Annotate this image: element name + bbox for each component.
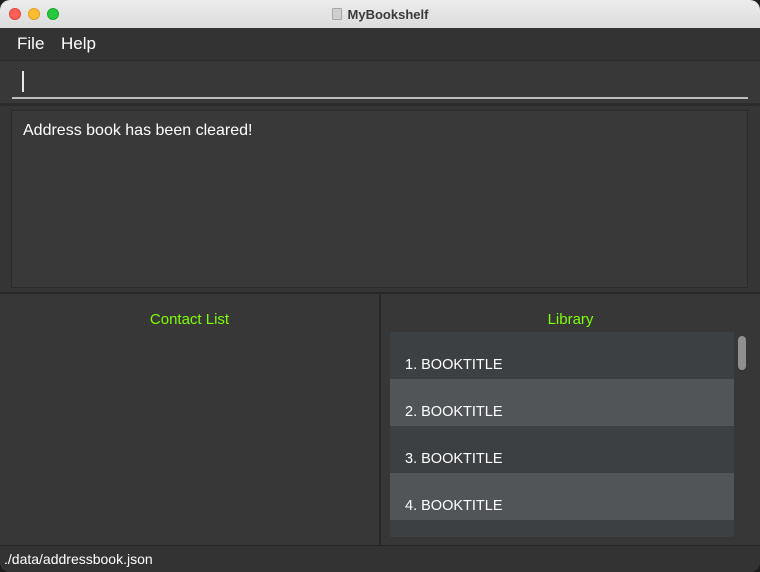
- app-window: MyBookshelf File Help Address book has b…: [0, 0, 760, 572]
- window-title-group: MyBookshelf: [0, 0, 760, 28]
- contact-list-header: Contact List: [149, 311, 230, 328]
- status-bar: ./data/addressbook.json: [0, 545, 760, 572]
- list-item[interactable]: 4. BOOKTITLE: [390, 473, 734, 520]
- menu-help[interactable]: Help: [61, 34, 96, 54]
- list-item[interactable]: 1. BOOKTITLE: [390, 332, 734, 379]
- command-box: [0, 61, 760, 103]
- list-item[interactable]: 3. BOOKTITLE: [390, 426, 734, 473]
- library-list[interactable]: 1. BOOKTITLE 2. BOOKTITLE 3. BOOKTITLE 4…: [390, 332, 734, 537]
- library-panel: Library 1. BOOKTITLE 2. BOOKTITLE 3. BOO…: [381, 294, 760, 545]
- title-bar[interactable]: MyBookshelf: [0, 0, 760, 29]
- result-display[interactable]: Address book has been cleared!: [11, 110, 748, 288]
- list-item[interactable]: 2. BOOKTITLE: [390, 379, 734, 426]
- result-display-panel: Address book has been cleared!: [0, 106, 760, 292]
- text-caret: [22, 71, 24, 92]
- document-icon: [331, 8, 342, 20]
- menu-file[interactable]: File: [17, 34, 44, 54]
- scrollbar-thumb[interactable]: [738, 336, 746, 370]
- library-scrollbar[interactable]: [736, 332, 750, 537]
- window-title: MyBookshelf: [347, 6, 429, 22]
- command-input[interactable]: [12, 65, 748, 99]
- status-file-path: ./data/addressbook.json: [4, 551, 153, 567]
- contact-list-panel: Contact List: [0, 294, 379, 545]
- result-message: Address book has been cleared!: [23, 122, 253, 139]
- list-item-partial[interactable]: [390, 520, 734, 537]
- menu-bar: File Help: [0, 28, 760, 61]
- library-header: Library: [547, 311, 594, 328]
